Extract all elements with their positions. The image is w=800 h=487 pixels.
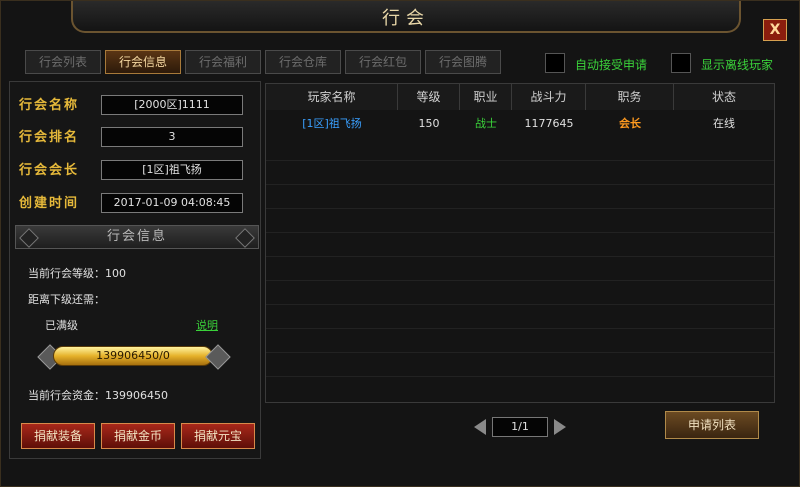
row-divider	[266, 280, 774, 281]
guild-exp-bar: 139906450/0	[37, 343, 231, 370]
member-name: [1区]祖飞扬	[302, 117, 362, 130]
donate-gold-button[interactable]: 捐献金币	[101, 423, 175, 449]
member-power: 1177645	[524, 117, 574, 130]
row-divider	[266, 232, 774, 233]
close-button[interactable]: X	[763, 19, 787, 41]
row-divider	[266, 304, 774, 305]
guild-level-text: 当前行会等级：100	[28, 267, 126, 280]
window-title: 行会	[382, 8, 430, 29]
section-title-bar: 行会信息	[15, 225, 259, 249]
member-level: 150	[418, 117, 440, 130]
tab-guild-info[interactable]: 行会信息	[105, 50, 181, 74]
tab-guild-list[interactable]: 行会列表	[25, 50, 101, 74]
explain-link[interactable]: 说明	[196, 317, 218, 333]
column-header-level[interactable]: 等级	[398, 84, 460, 110]
column-header-status[interactable]: 状态	[674, 84, 774, 110]
column-header-power[interactable]: 战斗力	[512, 84, 586, 110]
show-offline-label: 显示离线玩家	[701, 58, 774, 72]
show-offline-checkbox[interactable]	[671, 53, 691, 73]
guild-created-label: 创建时间	[19, 196, 80, 211]
apply-list-button[interactable]: 申请列表	[665, 411, 759, 439]
guild-funds-text: 当前行会资金：139906450	[28, 389, 168, 402]
guild-rank-label: 行会排名	[19, 130, 80, 145]
guild-leader-value: [1区]祖飞扬	[101, 160, 243, 180]
donate-ingot-button[interactable]: 捐献元宝	[181, 423, 255, 449]
tab-guild-redpacket[interactable]: 行会红包	[345, 50, 421, 74]
next-page-icon[interactable]	[554, 419, 566, 435]
pager: 1/1	[472, 417, 568, 439]
row-divider	[266, 376, 774, 377]
page-indicator: 1/1	[492, 417, 548, 437]
guild-name-label: 行会名称	[19, 98, 80, 113]
auto-accept-label: 自动接受申请	[575, 58, 648, 72]
row-divider	[266, 256, 774, 257]
row-divider	[266, 184, 774, 185]
column-header-position[interactable]: 职务	[586, 84, 674, 110]
auto-accept-checkbox[interactable]	[545, 53, 565, 73]
row-divider	[266, 160, 774, 161]
member-position: 会长	[619, 117, 641, 130]
table-header: 玩家名称 等级 职业 战斗力 职务 状态	[266, 84, 774, 110]
table-row[interactable]: [1区]祖飞扬 150 战士 1177645 会长 在线	[266, 112, 774, 136]
row-divider	[266, 208, 774, 209]
row-divider	[266, 352, 774, 353]
column-header-class[interactable]: 职业	[460, 84, 512, 110]
guild-name-value: [2000区]1111	[101, 95, 243, 115]
guild-rank-value: 3	[101, 127, 243, 147]
tab-guild-warehouse[interactable]: 行会仓库	[265, 50, 341, 74]
column-header-name[interactable]: 玩家名称	[266, 84, 398, 110]
maxed-level-text: 已满级	[45, 319, 78, 332]
guild-window: 行会 X 行会列表 行会信息 行会福利 行会仓库 行会红包 行会图腾 自动接受申…	[0, 0, 800, 487]
tab-guild-totem[interactable]: 行会图腾	[425, 50, 501, 74]
guild-leader-label: 行会会长	[19, 163, 80, 178]
member-class: 战士	[475, 117, 497, 130]
next-level-need-text: 距离下级还需：	[28, 293, 105, 306]
row-divider	[266, 328, 774, 329]
member-status: 在线	[713, 117, 735, 130]
title-bar[interactable]: 行会	[71, 1, 741, 33]
prev-page-icon[interactable]	[474, 419, 486, 435]
guild-created-value: 2017-01-09 04:08:45	[101, 193, 243, 213]
donate-equipment-button[interactable]: 捐献装备	[21, 423, 95, 449]
member-table: 玩家名称 等级 职业 战斗力 职务 状态 [1区]祖飞扬 150 战士 1177…	[265, 83, 775, 403]
tab-guild-welfare[interactable]: 行会福利	[185, 50, 261, 74]
guild-exp-text: 139906450/0	[53, 346, 213, 366]
